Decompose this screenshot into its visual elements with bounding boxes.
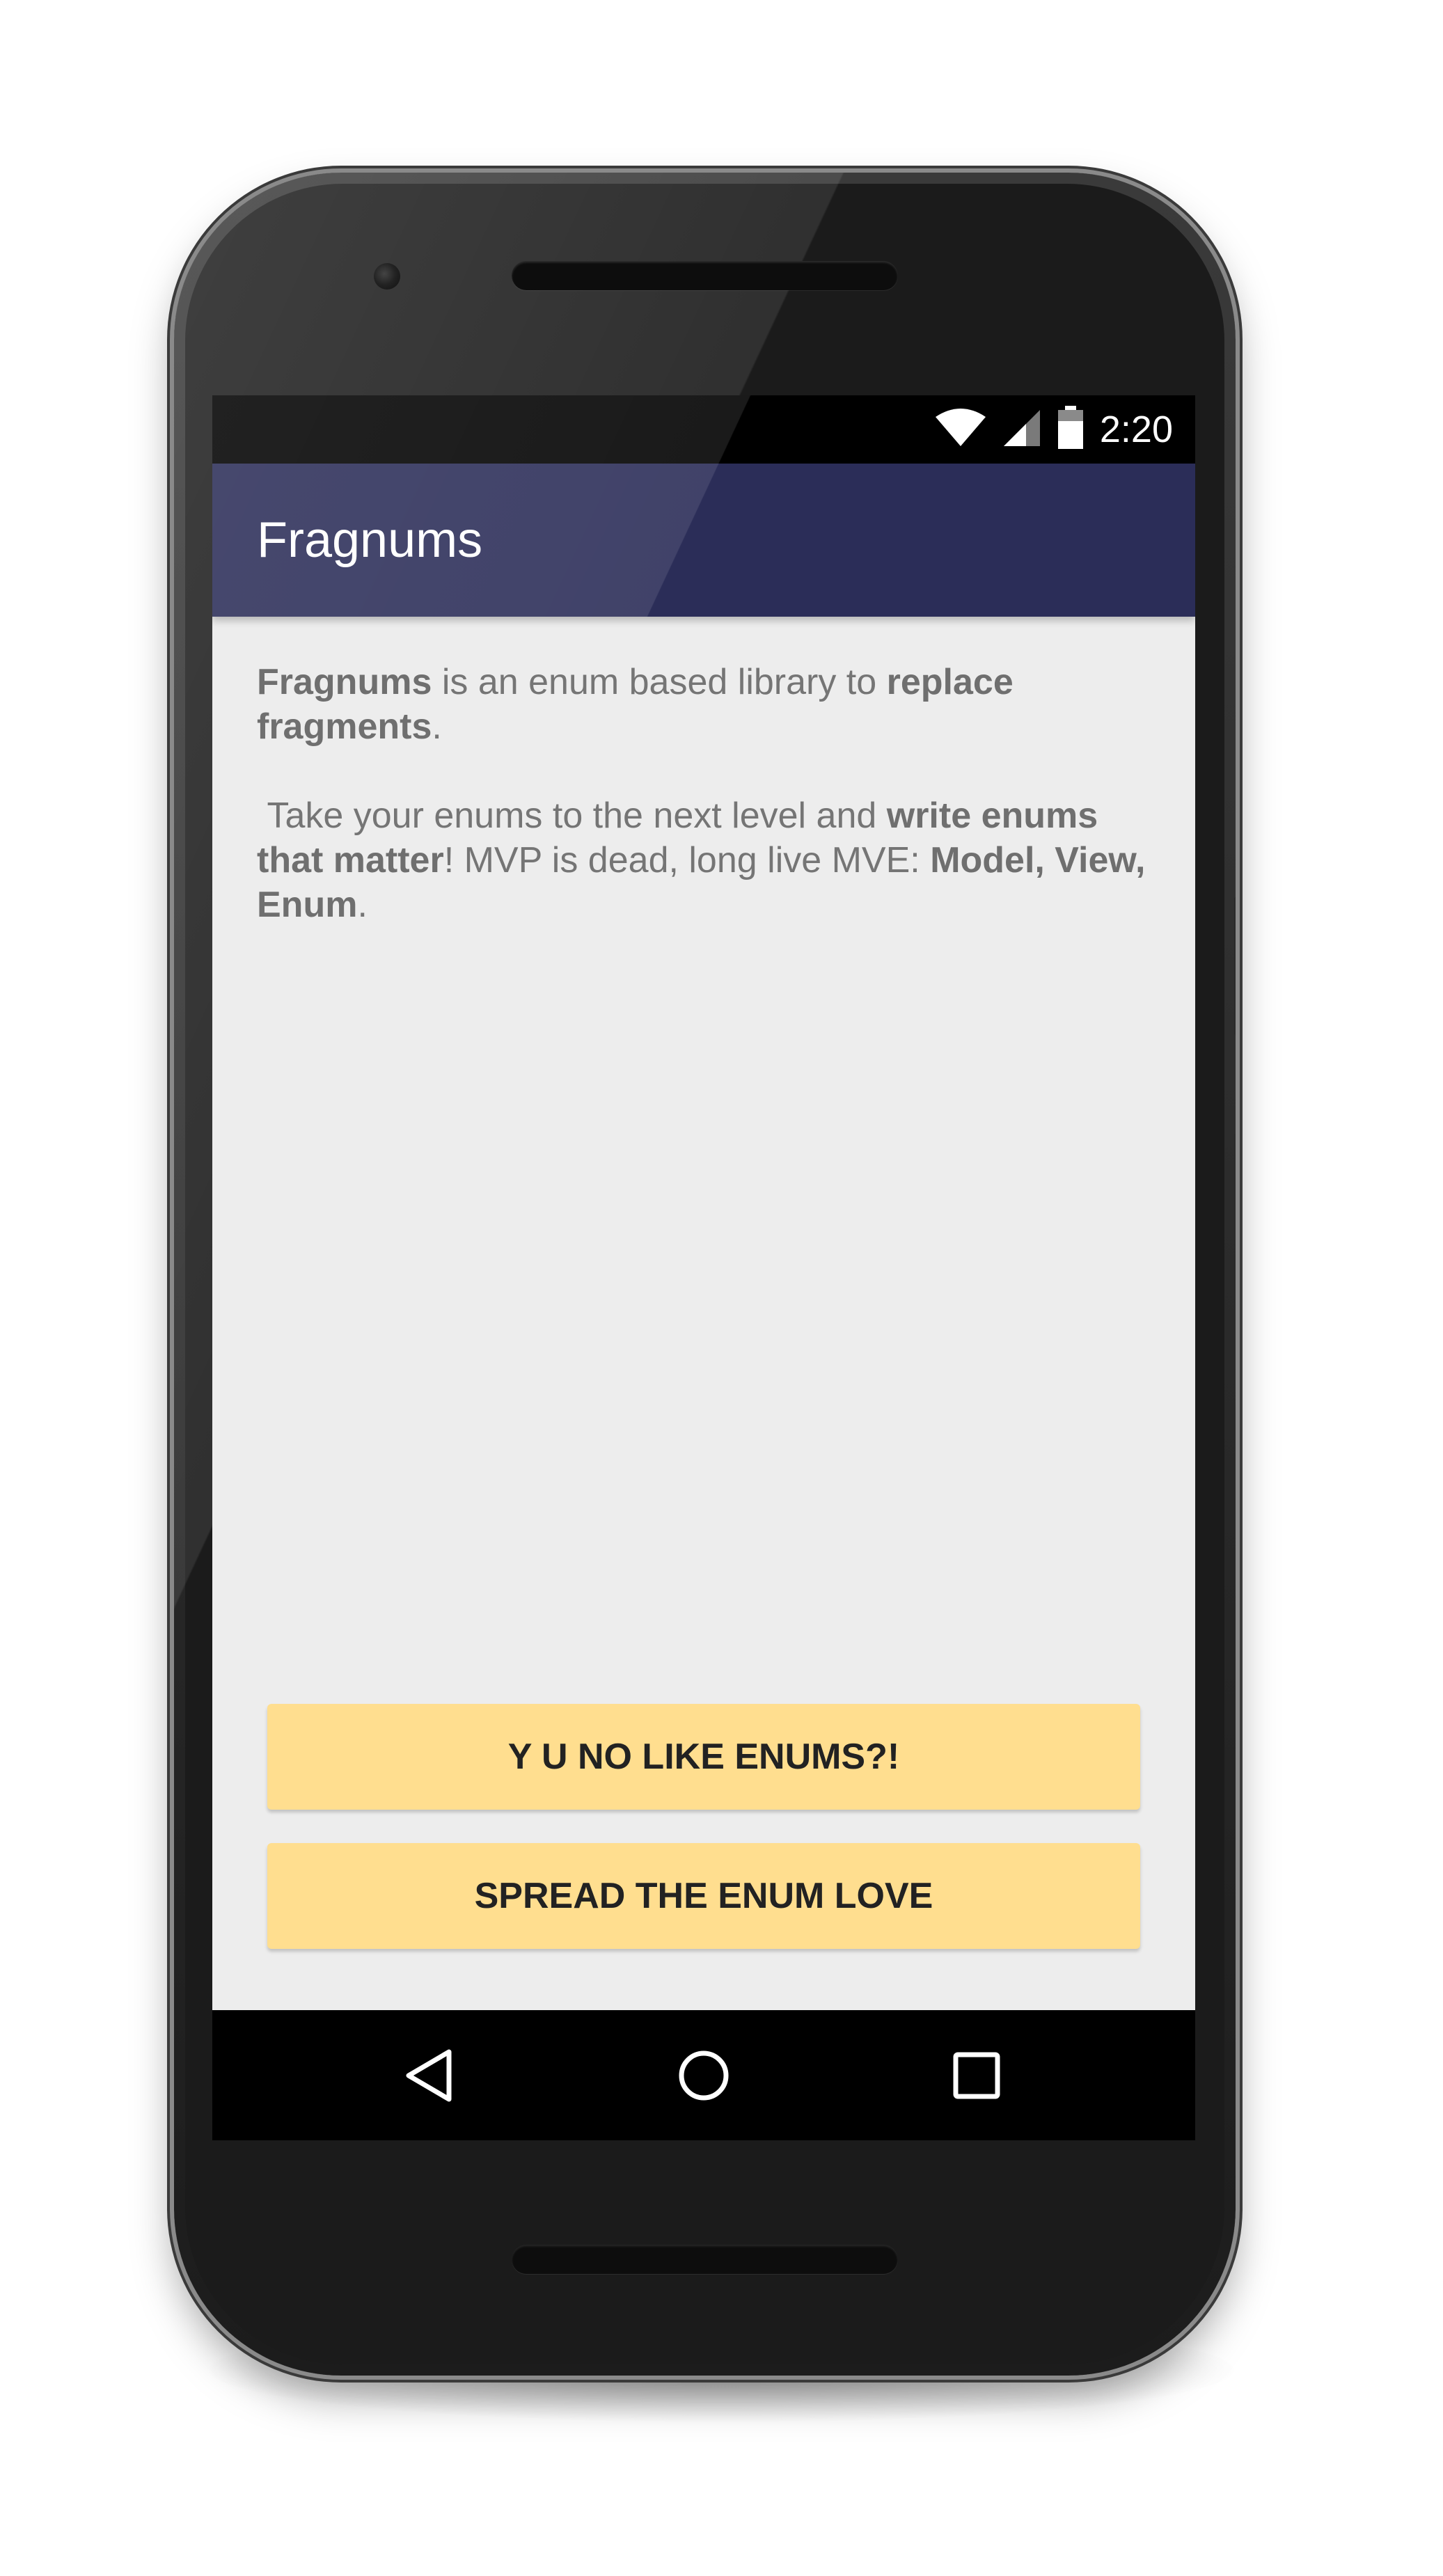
description-text: Fragnums is an enum based library to rep…: [257, 660, 1155, 927]
intro-paragraph: Fragnums is an enum based library to rep…: [257, 660, 1155, 749]
earpiece-speaker: [512, 261, 898, 290]
spread-enum-love-button[interactable]: SPREAD THE ENUM LOVE: [267, 1843, 1140, 1949]
status-icons: 2:20: [934, 395, 1173, 464]
text-run: Fragnums: [257, 662, 432, 702]
power-button: [1234, 896, 1236, 1036]
recents-icon[interactable]: [943, 2042, 1010, 2109]
text-run: .: [357, 885, 368, 925]
bottom-speaker: [512, 2245, 898, 2274]
back-icon[interactable]: [397, 2042, 464, 2109]
text-run: .: [432, 706, 442, 747]
cell-signal-icon: [1002, 409, 1041, 451]
app-bar: Fragnums: [212, 464, 1195, 617]
text-run: ! MVP is dead, long live MVE:: [443, 840, 931, 880]
home-icon[interactable]: [670, 2042, 737, 2109]
app-title: Fragnums: [257, 512, 483, 568]
text-run: Take your enums to the next level and: [257, 796, 887, 836]
status-bar: 2:20: [212, 395, 1195, 464]
wifi-icon: [934, 408, 987, 451]
phone-screen: 2:20 Fragnums Fragnums is an enum based …: [212, 395, 1195, 2140]
navigation-bar: [212, 2010, 1195, 2140]
device-mockup-stage: 2:20 Fragnums Fragnums is an enum based …: [0, 0, 1443, 2576]
battery-icon: [1057, 405, 1085, 454]
volume-button: [1234, 1133, 1236, 1370]
text-run: is an enum based library to: [432, 662, 887, 702]
no-like-enums-button[interactable]: Y U NO LIKE ENUMS?!: [267, 1704, 1140, 1810]
status-time: 2:20: [1099, 409, 1173, 450]
front-camera: [374, 263, 400, 290]
tagline-paragraph: Take your enums to the next level and wr…: [257, 793, 1155, 927]
